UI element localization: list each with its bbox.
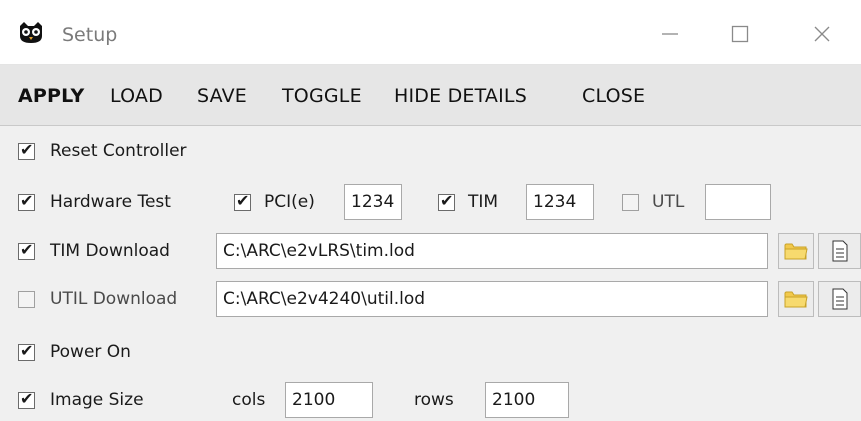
tim-label: TIM	[468, 192, 499, 212]
maximize-button[interactable]	[711, 14, 769, 54]
power-on-checkbox[interactable]	[18, 341, 35, 361]
rows-input[interactable]	[485, 382, 569, 418]
pci-checkbox[interactable]	[234, 191, 251, 211]
util-download-checkbox[interactable]	[18, 291, 35, 308]
tim-file-button[interactable]	[818, 233, 861, 269]
image-size-row: Image Size cols rows	[0, 382, 861, 418]
window-title: Setup	[62, 24, 118, 46]
tim-download-row: TIM Download	[0, 233, 861, 269]
image-size-label: Image Size	[50, 390, 144, 410]
tim-input[interactable]	[526, 184, 594, 220]
hardware-test-checkbox[interactable]	[18, 191, 35, 211]
folder-icon	[784, 243, 808, 260]
cols-label: cols	[232, 390, 266, 410]
menu-toggle[interactable]: TOGGLE	[282, 85, 362, 107]
hardware-test-label: Hardware Test	[50, 192, 171, 212]
cols-input[interactable]	[285, 382, 373, 418]
menu-load[interactable]: LOAD	[110, 85, 163, 107]
reset-controller-label: Reset Controller	[50, 141, 187, 161]
document-icon	[832, 240, 847, 262]
document-icon	[832, 288, 847, 310]
reset-controller-checkbox[interactable]	[18, 140, 35, 160]
util-path-input[interactable]	[216, 281, 768, 317]
reset-controller-row: Reset Controller	[0, 133, 861, 169]
menu-save[interactable]: SAVE	[197, 85, 247, 107]
image-size-checkbox[interactable]	[18, 389, 35, 409]
tim-path-input[interactable]	[216, 233, 768, 269]
pci-input[interactable]	[344, 184, 402, 220]
utl-checkbox[interactable]	[622, 194, 639, 211]
title-bar: Setup	[0, 0, 861, 65]
menu-apply[interactable]: APPLY	[18, 85, 84, 107]
minimize-button[interactable]	[641, 14, 699, 54]
util-file-button[interactable]	[818, 281, 861, 317]
tim-checkbox[interactable]	[438, 191, 455, 211]
hardware-test-row: Hardware Test PCI(e) TIM UTL	[0, 184, 861, 220]
utl-input[interactable]	[705, 184, 771, 220]
menu-hide-details[interactable]: HIDE DETAILS	[394, 85, 527, 107]
close-window-button[interactable]	[793, 14, 851, 54]
util-download-row: UTIL Download	[0, 281, 861, 317]
tim-download-checkbox[interactable]	[18, 240, 35, 260]
power-on-row: Power On	[0, 334, 861, 370]
pci-label: PCI(e)	[264, 192, 315, 212]
tim-download-label: TIM Download	[50, 241, 170, 261]
util-browse-button[interactable]	[778, 281, 814, 317]
util-download-label: UTIL Download	[50, 289, 178, 309]
maximize-icon	[731, 25, 749, 43]
power-on-label: Power On	[50, 342, 131, 362]
minimize-icon	[662, 33, 678, 35]
folder-icon	[784, 291, 808, 308]
rows-label: rows	[414, 390, 454, 410]
tim-browse-button[interactable]	[778, 233, 814, 269]
menu-close[interactable]: CLOSE	[582, 85, 645, 107]
menu-bar: APPLY LOAD SAVE TOGGLE HIDE DETAILS CLOS…	[0, 65, 861, 126]
utl-label: UTL	[652, 192, 685, 212]
close-icon	[814, 26, 830, 42]
owl-icon	[20, 22, 42, 43]
